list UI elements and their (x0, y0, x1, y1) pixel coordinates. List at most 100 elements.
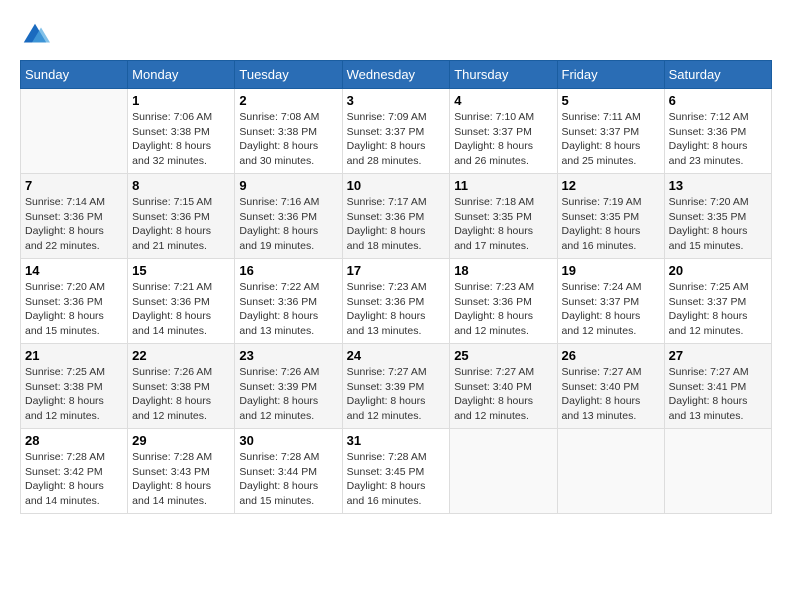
day-number: 20 (669, 263, 767, 278)
day-info: Sunrise: 7:21 AMSunset: 3:36 PMDaylight:… (132, 280, 230, 339)
day-number: 15 (132, 263, 230, 278)
header-monday: Monday (128, 61, 235, 89)
day-number: 26 (562, 348, 660, 363)
day-info: Sunrise: 7:24 AMSunset: 3:37 PMDaylight:… (562, 280, 660, 339)
day-info: Sunrise: 7:28 AMSunset: 3:43 PMDaylight:… (132, 450, 230, 509)
day-info: Sunrise: 7:27 AMSunset: 3:40 PMDaylight:… (562, 365, 660, 424)
calendar-cell: 25 Sunrise: 7:27 AMSunset: 3:40 PMDayligh… (450, 344, 557, 429)
day-number: 13 (669, 178, 767, 193)
day-info: Sunrise: 7:19 AMSunset: 3:35 PMDaylight:… (562, 195, 660, 254)
day-number: 24 (347, 348, 446, 363)
day-info: Sunrise: 7:08 AMSunset: 3:38 PMDaylight:… (239, 110, 337, 169)
day-info: Sunrise: 7:23 AMSunset: 3:36 PMDaylight:… (454, 280, 552, 339)
day-info: Sunrise: 7:26 AMSunset: 3:38 PMDaylight:… (132, 365, 230, 424)
calendar-cell: 4 Sunrise: 7:10 AMSunset: 3:37 PMDaylight… (450, 89, 557, 174)
day-number: 27 (669, 348, 767, 363)
day-number: 4 (454, 93, 552, 108)
calendar-cell: 22 Sunrise: 7:26 AMSunset: 3:38 PMDayligh… (128, 344, 235, 429)
calendar-cell: 23 Sunrise: 7:26 AMSunset: 3:39 PMDayligh… (235, 344, 342, 429)
calendar-week-row: 1 Sunrise: 7:06 AMSunset: 3:38 PMDaylight… (21, 89, 772, 174)
calendar-cell: 27Sunrise: 7:27 AMSunset: 3:41 PMDayligh… (664, 344, 771, 429)
day-number: 8 (132, 178, 230, 193)
day-info: Sunrise: 7:28 AMSunset: 3:45 PMDaylight:… (347, 450, 446, 509)
day-number: 5 (562, 93, 660, 108)
calendar-cell: 17Sunrise: 7:23 AMSunset: 3:36 PMDayligh… (342, 259, 450, 344)
calendar-cell: 15 Sunrise: 7:21 AMSunset: 3:36 PMDayligh… (128, 259, 235, 344)
day-info: Sunrise: 7:22 AMSunset: 3:36 PMDaylight:… (239, 280, 337, 339)
day-info: Sunrise: 7:18 AMSunset: 3:35 PMDaylight:… (454, 195, 552, 254)
day-info: Sunrise: 7:16 AMSunset: 3:36 PMDaylight:… (239, 195, 337, 254)
calendar-cell: 14 Sunrise: 7:20 AMSunset: 3:36 PMDayligh… (21, 259, 128, 344)
calendar-table: SundayMondayTuesdayWednesdayThursdayFrid… (20, 60, 772, 514)
day-number: 10 (347, 178, 446, 193)
day-number: 28 (25, 433, 123, 448)
header-tuesday: Tuesday (235, 61, 342, 89)
calendar-cell: 8 Sunrise: 7:15 AMSunset: 3:36 PMDaylight… (128, 174, 235, 259)
header-saturday: Saturday (664, 61, 771, 89)
calendar-cell: 19 Sunrise: 7:24 AMSunset: 3:37 PMDayligh… (557, 259, 664, 344)
calendar-cell: 29Sunrise: 7:28 AMSunset: 3:43 PMDayligh… (128, 429, 235, 514)
day-info: Sunrise: 7:17 AMSunset: 3:36 PMDaylight:… (347, 195, 446, 254)
day-info: Sunrise: 7:09 AMSunset: 3:37 PMDaylight:… (347, 110, 446, 169)
day-info: Sunrise: 7:10 AMSunset: 3:37 PMDaylight:… (454, 110, 552, 169)
calendar-week-row: 14 Sunrise: 7:20 AMSunset: 3:36 PMDayligh… (21, 259, 772, 344)
calendar-cell: 11 Sunrise: 7:18 AMSunset: 3:35 PMDayligh… (450, 174, 557, 259)
calendar-week-row: 28 Sunrise: 7:28 AMSunset: 3:42 PMDayligh… (21, 429, 772, 514)
day-number: 31 (347, 433, 446, 448)
day-info: Sunrise: 7:28 AMSunset: 3:42 PMDaylight:… (25, 450, 123, 509)
day-number: 30 (239, 433, 337, 448)
header-thursday: Thursday (450, 61, 557, 89)
calendar-cell: 26 Sunrise: 7:27 AMSunset: 3:40 PMDayligh… (557, 344, 664, 429)
day-info: Sunrise: 7:25 AMSunset: 3:38 PMDaylight:… (25, 365, 123, 424)
day-info: Sunrise: 7:20 AMSunset: 3:36 PMDaylight:… (25, 280, 123, 339)
calendar-cell: 30Sunrise: 7:28 AMSunset: 3:44 PMDayligh… (235, 429, 342, 514)
calendar-cell: 13 Sunrise: 7:20 AMSunset: 3:35 PMDayligh… (664, 174, 771, 259)
calendar-cell: 5Sunrise: 7:11 AMSunset: 3:37 PMDaylight… (557, 89, 664, 174)
calendar-cell: 20Sunrise: 7:25 AMSunset: 3:37 PMDayligh… (664, 259, 771, 344)
calendar-cell: 6 Sunrise: 7:12 AMSunset: 3:36 PMDaylight… (664, 89, 771, 174)
day-number: 23 (239, 348, 337, 363)
calendar-cell: 28 Sunrise: 7:28 AMSunset: 3:42 PMDayligh… (21, 429, 128, 514)
day-number: 25 (454, 348, 552, 363)
calendar-week-row: 7Sunrise: 7:14 AMSunset: 3:36 PMDaylight… (21, 174, 772, 259)
day-info: Sunrise: 7:12 AMSunset: 3:36 PMDaylight:… (669, 110, 767, 169)
calendar-cell (21, 89, 128, 174)
header-friday: Friday (557, 61, 664, 89)
day-number: 11 (454, 178, 552, 193)
day-info: Sunrise: 7:27 AMSunset: 3:39 PMDaylight:… (347, 365, 446, 424)
calendar-cell (450, 429, 557, 514)
calendar-cell: 9 Sunrise: 7:16 AMSunset: 3:36 PMDaylight… (235, 174, 342, 259)
day-info: Sunrise: 7:20 AMSunset: 3:35 PMDaylight:… (669, 195, 767, 254)
calendar-cell (664, 429, 771, 514)
calendar-week-row: 21Sunrise: 7:25 AMSunset: 3:38 PMDayligh… (21, 344, 772, 429)
day-info: Sunrise: 7:15 AMSunset: 3:36 PMDaylight:… (132, 195, 230, 254)
header-sunday: Sunday (21, 61, 128, 89)
calendar-cell: 2 Sunrise: 7:08 AMSunset: 3:38 PMDaylight… (235, 89, 342, 174)
header-wednesday: Wednesday (342, 61, 450, 89)
day-number: 12 (562, 178, 660, 193)
calendar-header-row: SundayMondayTuesdayWednesdayThursdayFrid… (21, 61, 772, 89)
day-number: 3 (347, 93, 446, 108)
day-number: 6 (669, 93, 767, 108)
day-number: 22 (132, 348, 230, 363)
day-number: 1 (132, 93, 230, 108)
day-number: 9 (239, 178, 337, 193)
day-number: 18 (454, 263, 552, 278)
day-info: Sunrise: 7:27 AMSunset: 3:40 PMDaylight:… (454, 365, 552, 424)
day-info: Sunrise: 7:06 AMSunset: 3:38 PMDaylight:… (132, 110, 230, 169)
day-info: Sunrise: 7:26 AMSunset: 3:39 PMDaylight:… (239, 365, 337, 424)
calendar-cell: 7Sunrise: 7:14 AMSunset: 3:36 PMDaylight… (21, 174, 128, 259)
day-number: 14 (25, 263, 123, 278)
day-number: 2 (239, 93, 337, 108)
page-header (20, 20, 772, 50)
calendar-cell: 21Sunrise: 7:25 AMSunset: 3:38 PMDayligh… (21, 344, 128, 429)
calendar-cell (557, 429, 664, 514)
day-number: 16 (239, 263, 337, 278)
calendar-cell: 18 Sunrise: 7:23 AMSunset: 3:36 PMDayligh… (450, 259, 557, 344)
calendar-cell: 10 Sunrise: 7:17 AMSunset: 3:36 PMDayligh… (342, 174, 450, 259)
day-number: 7 (25, 178, 123, 193)
calendar-cell: 3 Sunrise: 7:09 AMSunset: 3:37 PMDaylight… (342, 89, 450, 174)
day-number: 19 (562, 263, 660, 278)
logo-icon (20, 20, 50, 50)
calendar-cell: 12 Sunrise: 7:19 AMSunset: 3:35 PMDayligh… (557, 174, 664, 259)
